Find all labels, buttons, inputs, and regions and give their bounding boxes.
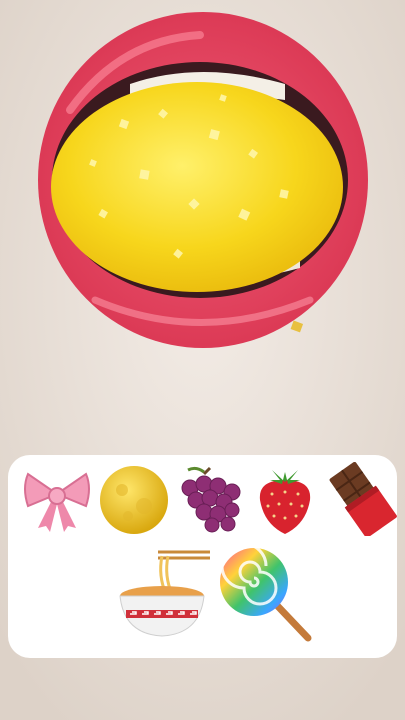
moon-icon	[100, 466, 168, 534]
lollipop-icon	[220, 546, 312, 642]
noodle-bowl-icon	[119, 550, 210, 637]
bow-icon	[24, 472, 90, 532]
grapes-icon	[181, 466, 241, 533]
chocolate-bar-icon	[329, 462, 397, 536]
strawberry-icon	[259, 470, 311, 534]
